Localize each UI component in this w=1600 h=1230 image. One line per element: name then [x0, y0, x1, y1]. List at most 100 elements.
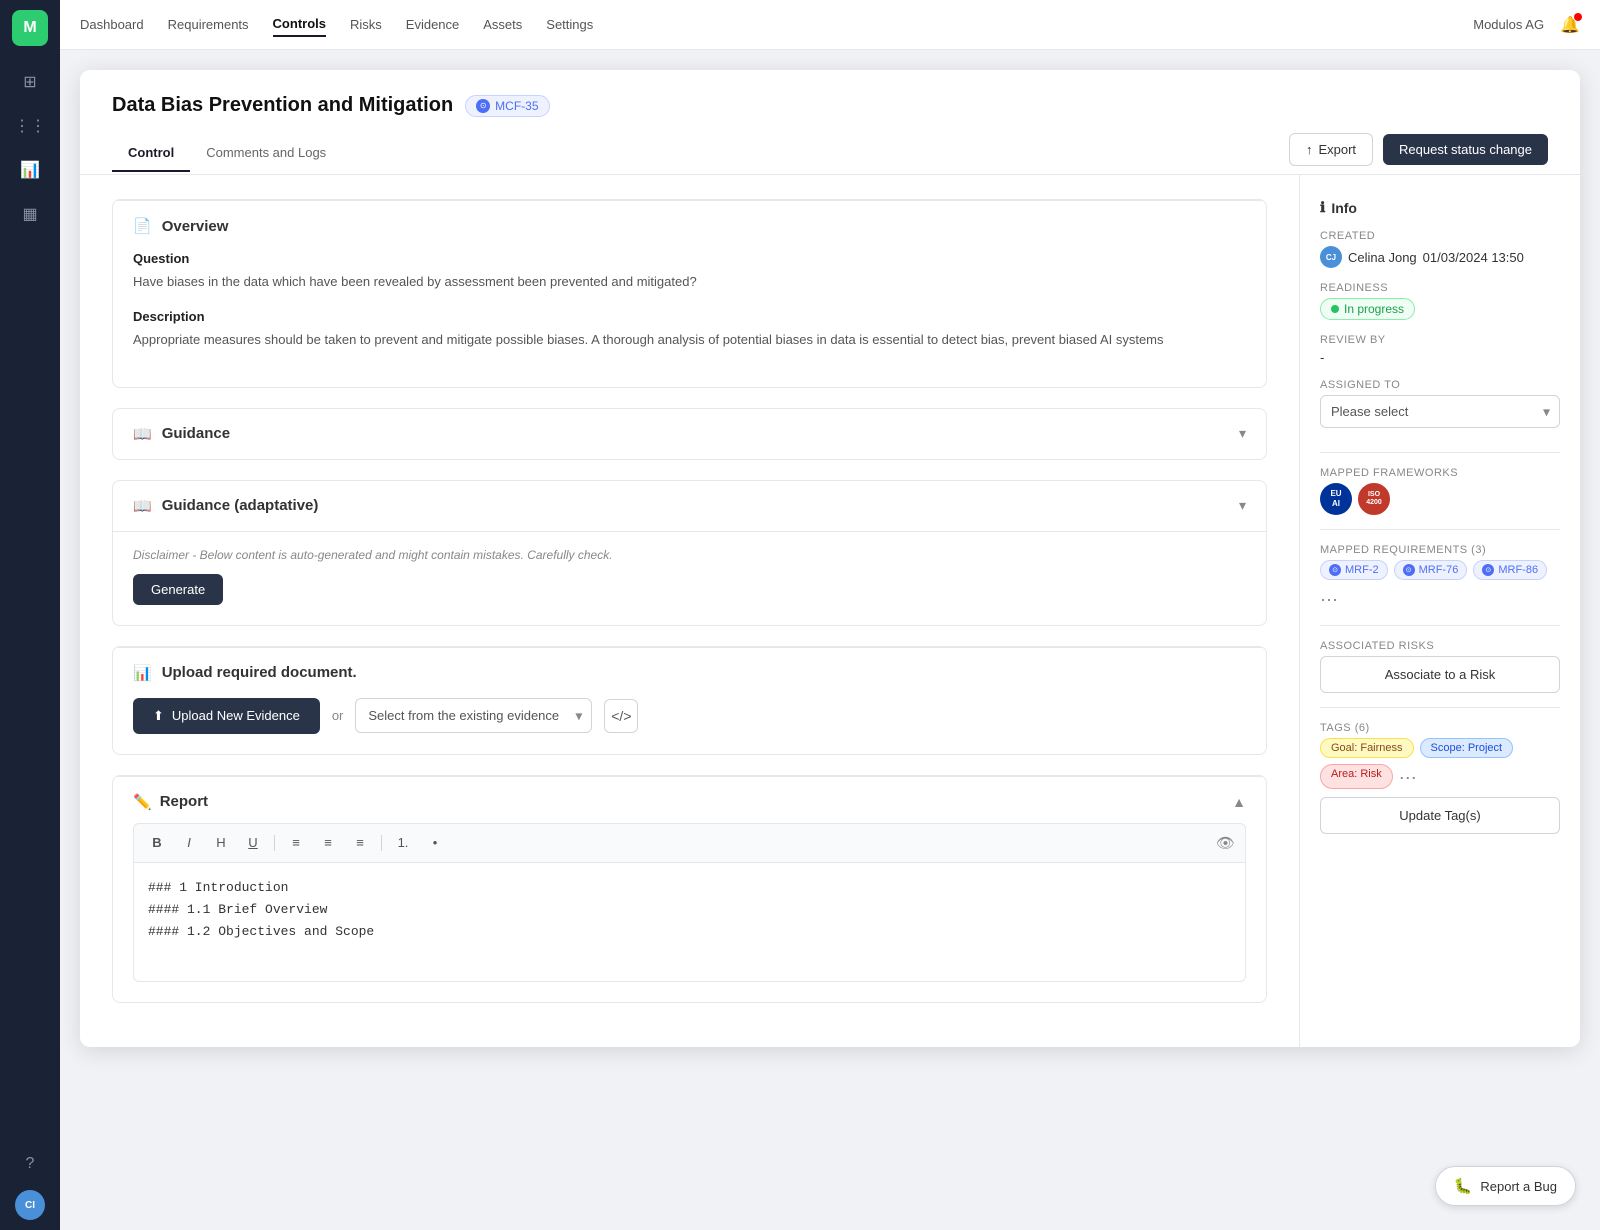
readiness-dot — [1331, 305, 1339, 313]
tag-scope-chip[interactable]: Scope: Project — [1420, 738, 1514, 758]
guidance-adaptive-title: Guidance (adaptative) — [162, 497, 319, 514]
modal-tab-actions: ↑ Export Request status change — [1289, 133, 1548, 174]
guidance-adaptive-header[interactable]: 📖 Guidance (adaptative) ▾ — [113, 481, 1266, 531]
toolbar-list-bullet[interactable]: • — [422, 830, 448, 856]
toolbar-italic[interactable]: I — [176, 830, 202, 856]
upload-new-evidence-button[interactable]: ⬆ Upload New Evidence — [133, 698, 320, 734]
nav-item-dashboard[interactable]: Dashboard — [80, 13, 144, 36]
req-badge-mrf2-label: MRF-2 — [1345, 564, 1379, 576]
created-user-name: Celina Jong — [1348, 250, 1417, 265]
toolbar-bold[interactable]: B — [144, 830, 170, 856]
toolbar-heading[interactable]: H — [208, 830, 234, 856]
tags-chips-row: Goal: Fairness Scope: Project Area: Risk… — [1320, 738, 1560, 789]
created-row: Created CJ Celina Jong 01/03/2024 13:50 — [1320, 230, 1560, 268]
toolbar-align-center[interactable]: ≡ — [315, 830, 341, 856]
created-user-row: CJ Celina Jong 01/03/2024 13:50 — [1320, 246, 1560, 268]
toolbar-preview-icon[interactable]: 👁 — [1216, 834, 1235, 852]
created-user-avatar: CJ — [1320, 246, 1342, 268]
sidebar-icon-grid[interactable]: ▦ — [12, 196, 48, 232]
assigned-select[interactable]: Please select — [1320, 395, 1560, 428]
created-label: Created — [1320, 230, 1560, 242]
mapped-req-label: Mapped Requirements (3) — [1320, 544, 1560, 556]
review-row: Review by - — [1320, 334, 1560, 365]
nav-item-risks[interactable]: Risks — [350, 13, 382, 36]
guidance-header-left: 📖 Guidance — [133, 425, 230, 443]
guidance-adaptive-icon: 📖 — [133, 497, 152, 515]
nav-item-requirements[interactable]: Requirements — [168, 13, 249, 36]
nav-item-settings[interactable]: Settings — [546, 13, 593, 36]
upload-chart-icon: 📊 — [133, 664, 152, 682]
guidance-header[interactable]: 📖 Guidance ▾ — [113, 409, 1266, 459]
sidebar-icon-analytics[interactable]: ⋮⋮ — [12, 108, 48, 144]
tag-goal-chip[interactable]: Goal: Fairness — [1320, 738, 1414, 758]
editor-toolbar: B I H U ≡ ≡ ≡ 1. • 👁 — [133, 823, 1246, 862]
tags-row-container: TAGS (6) Goal: Fairness Scope: Project A… — [1320, 722, 1560, 834]
editor-line-2: #### 1.1 Brief Overview — [148, 899, 1231, 921]
upload-header: 📊 Upload required document. — [133, 664, 1246, 682]
tags-label: TAGS (6) — [1320, 722, 1560, 734]
sidebar-icon-dashboard[interactable]: ⊞ — [12, 64, 48, 100]
upload-body: 📊 Upload required document. ⬆ Upload New… — [113, 647, 1266, 754]
toolbar-list-ordered[interactable]: 1. — [390, 830, 416, 856]
update-tags-button[interactable]: Update Tag(s) — [1320, 797, 1560, 834]
export-icon: ↑ — [1306, 142, 1313, 157]
code-icon: </> — [611, 708, 631, 724]
code-view-button[interactable]: </> — [604, 699, 638, 733]
disclaimer-text: Disclaimer - Below content is auto-gener… — [133, 548, 1246, 562]
toolbar-align-right[interactable]: ≡ — [347, 830, 373, 856]
toolbar-align-left[interactable]: ≡ — [283, 830, 309, 856]
editor-line-1: ### 1 Introduction — [148, 877, 1231, 899]
modal-title-row: Data Bias Prevention and Mitigation ⊙ MC… — [112, 94, 1548, 117]
guidance-adaptive-header-left: 📖 Guidance (adaptative) — [133, 497, 318, 515]
nav-item-controls[interactable]: Controls — [273, 12, 326, 37]
tab-control[interactable]: Control — [112, 135, 190, 172]
sidebar-icon-chart[interactable]: 📊 — [12, 152, 48, 188]
report-bug-label: Report a Bug — [1480, 1179, 1557, 1194]
assigned-select-wrapper: Please select — [1320, 395, 1560, 428]
overview-body: 📄 Overview Question Have biases in the d… — [113, 200, 1266, 387]
req-badge-mrf86[interactable]: ⊙ MRF-86 — [1473, 560, 1547, 580]
notification-bell[interactable]: 🔔 — [1560, 15, 1580, 35]
info-title: Info — [1331, 200, 1357, 216]
sidebar-icon-help[interactable]: ? — [12, 1146, 48, 1182]
generate-button[interactable]: Generate — [133, 574, 223, 605]
question-label: Question — [133, 251, 1246, 266]
associated-risks-row: Associated Risks Associate to a Risk — [1320, 640, 1560, 693]
see-more-requirements-button[interactable]: ⋯ — [1320, 590, 1338, 611]
divider-1 — [1320, 452, 1560, 453]
assigned-label: Assigned to — [1320, 379, 1560, 391]
overview-title-row: 📄 Overview — [133, 217, 1246, 235]
nav-item-assets[interactable]: Assets — [483, 13, 522, 36]
associated-risks-label: Associated Risks — [1320, 640, 1560, 652]
bug-icon: 🐛 — [1454, 1177, 1473, 1195]
tag-area-chip[interactable]: Area: Risk — [1320, 764, 1393, 789]
upload-row: ⬆ Upload New Evidence or Select from the… — [133, 698, 1246, 734]
guidance-adaptive-section: 📖 Guidance (adaptative) ▾ Disclaimer - B… — [112, 480, 1267, 626]
see-more-tags-button[interactable]: ⋯ — [1399, 768, 1417, 789]
mcf-badge: ⊙ MCF-35 — [465, 95, 549, 117]
toolbar-separator-1 — [274, 835, 275, 851]
nav-item-evidence[interactable]: Evidence — [406, 13, 459, 36]
req-badge-mrf2[interactable]: ⊙ MRF-2 — [1320, 560, 1388, 580]
associate-to-risk-button[interactable]: Associate to a Risk — [1320, 656, 1560, 693]
request-status-button[interactable]: Request status change — [1383, 134, 1548, 165]
top-navigation: Dashboard Requirements Controls Risks Ev… — [60, 0, 1600, 50]
guidance-adaptive-chevron-icon: ▾ — [1239, 497, 1246, 514]
req-badge-mrf76-label: MRF-76 — [1419, 564, 1459, 576]
toolbar-separator-2 — [381, 835, 382, 851]
req-badge-mrf76[interactable]: ⊙ MRF-76 — [1394, 560, 1468, 580]
upload-arrow-icon: ⬆ — [153, 708, 164, 724]
tab-comments-logs[interactable]: Comments and Logs — [190, 135, 342, 172]
editor-content-area[interactable]: ### 1 Introduction #### 1.1 Brief Overvi… — [133, 862, 1246, 982]
toolbar-underline[interactable]: U — [240, 830, 266, 856]
sidebar-user-avatar[interactable]: CI — [15, 1190, 45, 1220]
mcf-badge-label: MCF-35 — [495, 99, 538, 113]
export-button[interactable]: ↑ Export — [1289, 133, 1373, 166]
requirements-badges: ⊙ MRF-2 ⊙ MRF-76 ⊙ MRF-86 ⋯ — [1320, 560, 1560, 611]
evidence-select[interactable]: Select from the existing evidence — [355, 698, 592, 733]
created-date: 01/03/2024 13:50 — [1423, 250, 1524, 265]
assigned-row: Assigned to Please select — [1320, 379, 1560, 428]
req-badge-mrf2-icon: ⊙ — [1329, 564, 1341, 576]
guidance-chevron-icon: ▾ — [1239, 425, 1246, 442]
report-bug-button[interactable]: 🐛 Report a Bug — [1435, 1166, 1576, 1206]
